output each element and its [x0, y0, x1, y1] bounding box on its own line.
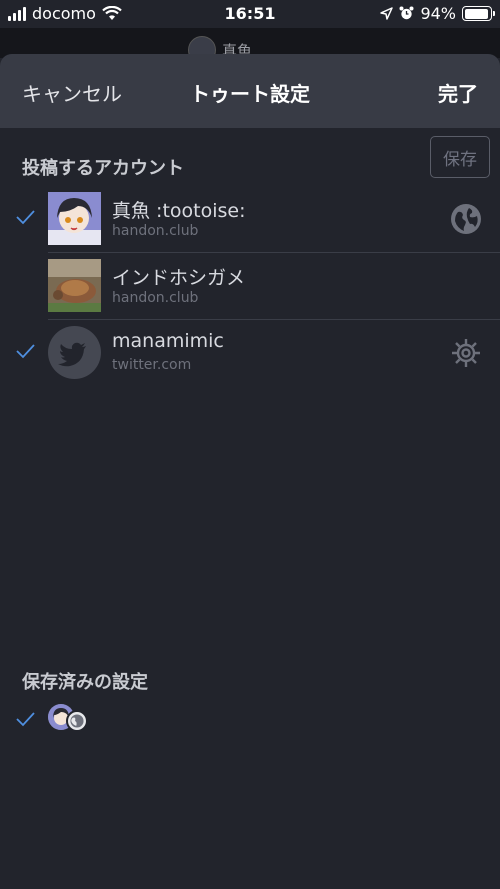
- checkmark-icon: [16, 712, 35, 727]
- nav-bar: キャンセル トゥート設定 完了: [0, 54, 500, 128]
- done-button[interactable]: 完了: [438, 78, 478, 107]
- battery-fill: [464, 8, 488, 19]
- location-arrow-icon: [380, 7, 394, 20]
- account-domain: handon.club: [112, 290, 199, 306]
- globe-icon: [66, 710, 88, 732]
- checkmark-icon: [16, 344, 35, 359]
- checkmark-icon: [16, 210, 35, 225]
- account-domain: twitter.com: [112, 357, 192, 373]
- saved-section-title: 保存済みの設定: [22, 672, 148, 693]
- nav-title: トゥート設定: [190, 82, 310, 106]
- account-row[interactable]: インドホシガメ handon.club: [0, 253, 500, 319]
- account-name: 真魚 :tootoise:: [112, 200, 246, 222]
- gear-icon[interactable]: [450, 337, 482, 369]
- account-name: インドホシガメ: [112, 267, 246, 289]
- account-domain: handon.club: [112, 223, 199, 239]
- battery-percent: 94%: [420, 4, 456, 23]
- saved-setting-row[interactable]: [0, 704, 500, 744]
- account-row[interactable]: manamimic twitter.com: [0, 320, 500, 386]
- accounts-section-title: 投稿するアカウント: [22, 158, 184, 179]
- alarm-icon: [399, 6, 414, 20]
- account-name: manamimic: [112, 330, 224, 352]
- battery-icon: [462, 6, 495, 21]
- twitter-bird-icon: [58, 342, 86, 367]
- status-bar: docomo 16:51 94%: [0, 0, 500, 28]
- twitter-avatar: [48, 326, 101, 379]
- account-row[interactable]: 真魚 :tootoise: handon.club: [0, 186, 500, 252]
- save-button[interactable]: 保存: [430, 136, 490, 178]
- avatar: [48, 259, 101, 312]
- globe-icon[interactable]: [450, 203, 482, 235]
- toot-settings-sheet: キャンセル トゥート設定 完了 投稿するアカウント 保存 真魚 :tootois…: [0, 54, 500, 889]
- status-right: 94%: [380, 4, 495, 23]
- avatar: [48, 192, 101, 245]
